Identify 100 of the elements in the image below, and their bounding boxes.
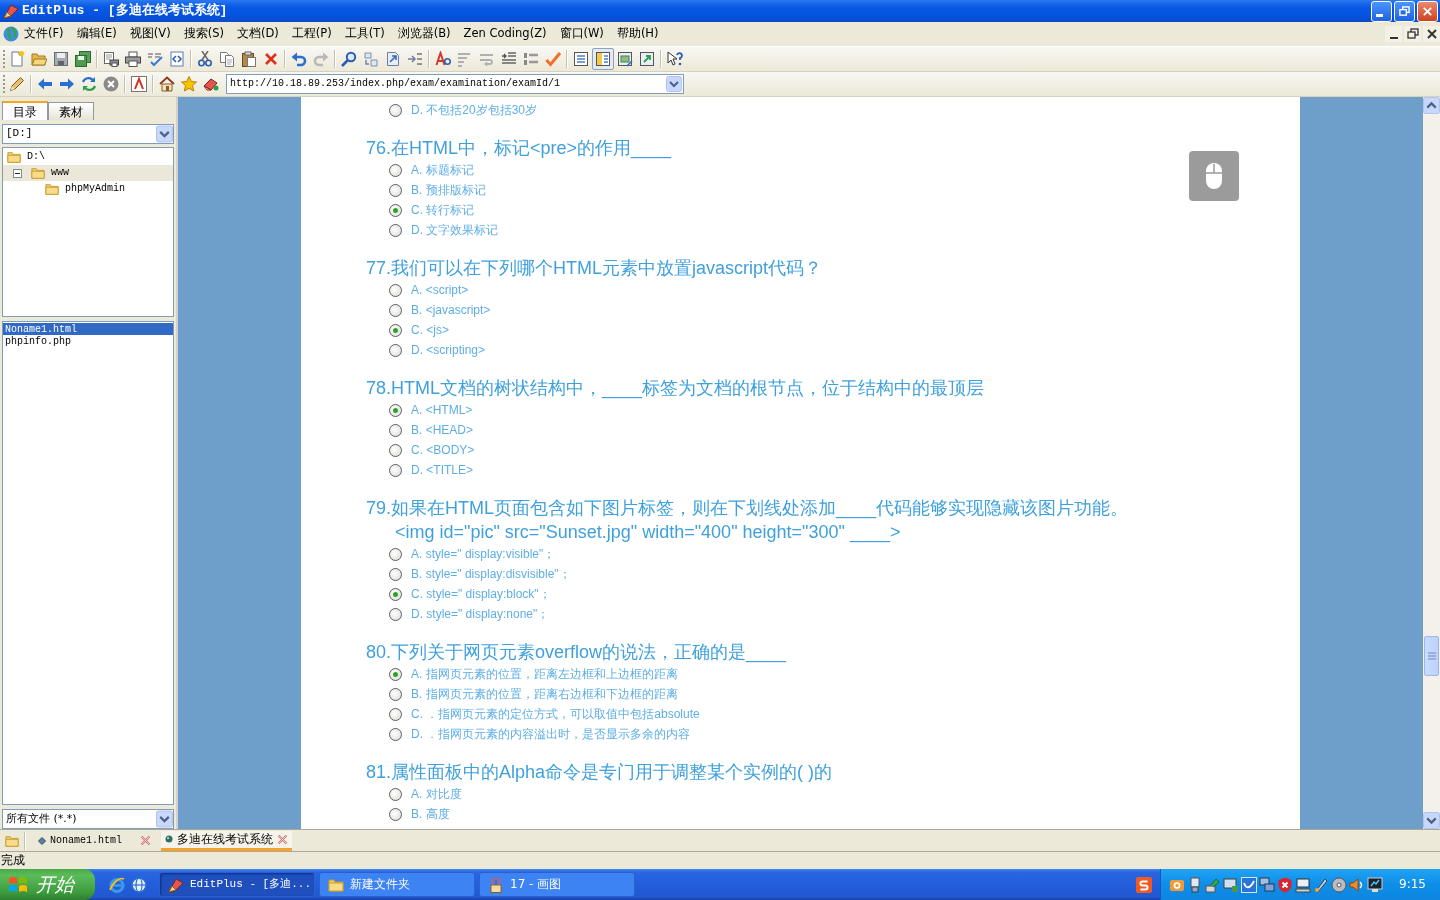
- restore-button[interactable]: [1394, 0, 1415, 22]
- document-minimize-button[interactable]: [1385, 26, 1402, 42]
- radio-button[interactable]: [389, 687, 402, 701]
- radio-button[interactable]: [389, 787, 402, 801]
- document-tab[interactable]: 多迪在线考试系统: [161, 830, 292, 851]
- menu-item[interactable]: 工程(P): [286, 26, 337, 42]
- option-label: B. <javascript>: [411, 302, 491, 318]
- save-all-button[interactable]: [72, 48, 94, 70]
- minimize-button[interactable]: [1371, 0, 1392, 22]
- radio-button[interactable]: [389, 323, 402, 337]
- radio-button[interactable]: [389, 423, 402, 437]
- shield-icon[interactable]: [1277, 876, 1294, 893]
- file-item[interactable]: phpinfo.php: [3, 335, 173, 347]
- pen-icon[interactable]: [1313, 876, 1330, 893]
- dropdown-button[interactable]: [156, 810, 173, 828]
- radio-button[interactable]: [389, 343, 402, 357]
- scroll-down-button[interactable]: [1423, 812, 1440, 829]
- option-label: A. 标题标记: [411, 162, 474, 178]
- globe-icon[interactable]: [131, 876, 147, 893]
- dropdown-button[interactable]: [156, 125, 173, 143]
- menu-item[interactable]: 工具(T): [339, 26, 390, 42]
- menu-item[interactable]: 文档(D): [231, 26, 284, 42]
- question-title: 77.我们可以在下列哪个HTML元素中放置javascript代码？: [366, 257, 823, 280]
- app-icon: [3, 3, 19, 19]
- document-close-button[interactable]: [1423, 26, 1440, 42]
- radio-button[interactable]: [389, 707, 402, 721]
- print-button[interactable]: [122, 48, 144, 70]
- device-icon[interactable]: [1205, 876, 1222, 893]
- file-item[interactable]: Noname1.html: [3, 323, 173, 335]
- menu-item[interactable]: 文件(F): [19, 26, 69, 42]
- app-icon: [168, 876, 184, 893]
- search-icon: [341, 51, 357, 67]
- menu-item[interactable]: 编辑(E): [71, 26, 122, 42]
- dropdown-button[interactable]: [666, 76, 682, 92]
- radio-button[interactable]: [389, 403, 402, 417]
- radio-button[interactable]: [389, 567, 402, 581]
- radio-button[interactable]: [389, 183, 402, 197]
- taskbar-button[interactable]: 17 - 画图: [479, 872, 635, 897]
- close-icon: [1424, 27, 1439, 41]
- taskbar-button[interactable]: EditPlus - [多迪...: [159, 872, 315, 897]
- scroll-up-button[interactable]: [1423, 97, 1440, 114]
- collapse-icon[interactable]: [13, 168, 22, 178]
- minimize-icon: [1376, 13, 1383, 17]
- option-label: D. 不包括20岁包括30岁: [411, 102, 538, 118]
- close-icon[interactable]: [277, 833, 288, 845]
- menu-item[interactable]: 浏览器(B): [392, 26, 456, 42]
- close-icon[interactable]: [140, 835, 151, 846]
- tree-item[interactable]: D:\: [3, 149, 173, 165]
- file-filter-dropdown[interactable]: 所有文件 (*.*): [2, 809, 174, 829]
- option-label: D. <scripting>: [411, 342, 486, 358]
- laptop-icon[interactable]: [1295, 876, 1312, 893]
- folder-icon: [4, 833, 20, 848]
- question-title: 80.下列关于网页元素overflow的说法，正确的是____: [366, 641, 787, 664]
- radio-button[interactable]: [389, 727, 402, 741]
- menu-item[interactable]: 视图(V): [124, 26, 176, 42]
- taskbar-button[interactable]: 新建文件夹: [319, 872, 475, 897]
- panel-view-button[interactable]: [592, 48, 614, 70]
- chart-monitor-icon[interactable]: [1367, 876, 1384, 893]
- radio-button[interactable]: [389, 223, 402, 237]
- radio-button[interactable]: [389, 607, 402, 621]
- mouse-icon[interactable]: [1189, 151, 1239, 201]
- radio-button[interactable]: [389, 283, 402, 297]
- document-restore-button[interactable]: [1404, 26, 1421, 42]
- radio-button[interactable]: [389, 667, 402, 681]
- drive-dropdown[interactable]: [D:]: [2, 124, 174, 144]
- scissors-icon: [197, 51, 213, 67]
- radio-button[interactable]: [389, 203, 402, 217]
- tree-item[interactable]: www: [3, 165, 173, 181]
- menu-item[interactable]: Zen Coding(Z): [458, 26, 552, 42]
- disc-icon[interactable]: [1331, 876, 1348, 893]
- menu-item[interactable]: 帮助(H): [611, 26, 664, 42]
- chevron-up-icon: [1423, 97, 1440, 114]
- chevron-down-icon: [666, 76, 682, 92]
- option-label: D. ．指网页元素的内容溢出时，是否显示多余的内容: [411, 726, 691, 742]
- close-button[interactable]: [1417, 0, 1438, 22]
- check-square-icon[interactable]: [1241, 876, 1258, 893]
- radio-button[interactable]: [389, 463, 402, 477]
- sidebar-tab[interactable]: 目录: [2, 101, 48, 120]
- radio-button[interactable]: [389, 303, 402, 317]
- document-tab[interactable]: Noname1.html: [34, 830, 155, 851]
- radio-button[interactable]: [389, 163, 402, 177]
- radio-button[interactable]: [389, 587, 402, 601]
- radio-button[interactable]: [389, 103, 402, 117]
- address-field[interactable]: http://10.18.89.253/index.php/exam/examination/examId/1: [226, 74, 684, 94]
- input-method-icon[interactable]: [1136, 876, 1153, 893]
- radio-button[interactable]: [389, 547, 402, 561]
- open-folder-icon: [31, 51, 47, 67]
- new-file-icon: [9, 51, 25, 67]
- monitor-icon[interactable]: [1223, 876, 1240, 893]
- windows-icon[interactable]: [1259, 876, 1276, 893]
- browser-icon[interactable]: [109, 876, 125, 893]
- radio-button[interactable]: [389, 807, 402, 821]
- tree-item[interactable]: phpMyAdmin: [3, 181, 173, 197]
- text-style-button[interactable]: [128, 73, 150, 95]
- sidebar-tab[interactable]: 素材: [48, 102, 94, 120]
- question-title: 78.HTML文档的树状结构中，____标签为文档的根节点，位于结构中的最顶层: [366, 377, 985, 400]
- radio-button[interactable]: [389, 443, 402, 457]
- menu-item[interactable]: 窗口(W): [554, 26, 609, 42]
- scrollbar-thumb[interactable]: [1424, 636, 1439, 676]
- menu-item[interactable]: 搜索(S): [178, 26, 229, 42]
